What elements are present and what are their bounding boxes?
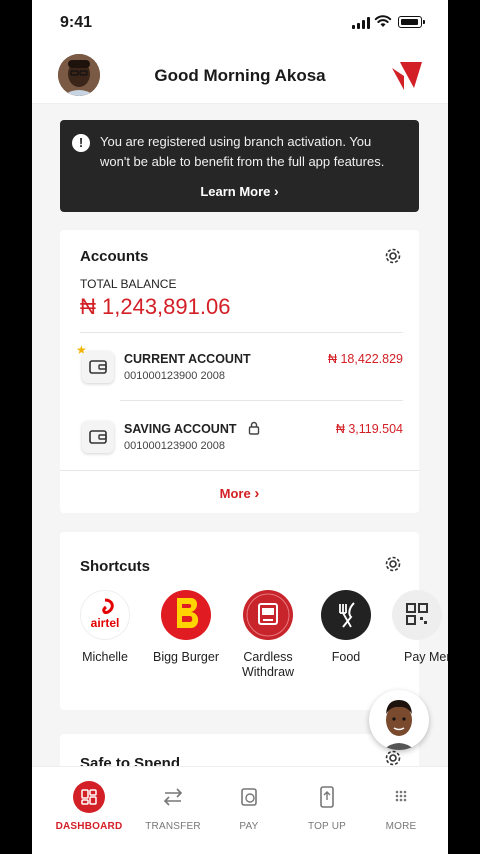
app-header: Good Morning Akosa: [32, 48, 448, 104]
bigg-burger-logo-icon: [161, 590, 211, 640]
total-balance-value: ₦ 1,243,891.06: [80, 294, 231, 319]
fork-knife-icon: [321, 590, 371, 640]
shortcut-food[interactable]: Food: [308, 590, 384, 665]
accounts-card: Accounts TOTAL BALANCE ₦ 1,243,891.06 ★ …: [60, 230, 419, 513]
divider: [80, 332, 403, 333]
bank-logo: [392, 62, 422, 90]
account-row-current[interactable]: ★ CURRENT ACCOUNT 001000123900 2008 ₦ 18…: [60, 337, 419, 399]
shortcut-pay-merchant[interactable]: Pay Merch: [384, 590, 448, 665]
account-name: SAVING ACCOUNT: [124, 422, 237, 436]
accounts-title: Accounts: [80, 248, 149, 265]
assistant-avatar-button[interactable]: [369, 690, 429, 750]
account-amount: ₦ 3,119.504: [335, 422, 403, 436]
account-amount: ₦ 18,422.829: [327, 352, 403, 366]
nav-transfer[interactable]: TRANSFER: [135, 781, 211, 832]
notice-message: You are registered using branch activati…: [100, 134, 385, 169]
greeting-title: Good Morning Akosa: [154, 66, 326, 85]
pay-icon: [233, 781, 265, 813]
chevron-right-icon: ›: [254, 485, 260, 502]
account-number: 001000123900 2008: [124, 440, 225, 452]
nav-top-up[interactable]: TOP UP: [289, 781, 365, 832]
wallet-icon: [82, 421, 114, 453]
nav-label: TRANSFER: [145, 821, 201, 832]
nav-pay[interactable]: PAY: [211, 781, 287, 832]
nav-label: TOP UP: [307, 821, 347, 832]
shortcut-label: Pay Merch: [404, 650, 448, 664]
transfer-icon: [157, 781, 189, 813]
divider: [60, 470, 419, 471]
shortcut-label: Cardless Withdraw: [241, 650, 295, 679]
shortcut-michelle[interactable]: airtel Michelle: [67, 590, 143, 665]
nav-dashboard[interactable]: DASHBOARD: [51, 781, 127, 832]
battery-icon: [398, 16, 425, 28]
accounts-more-link[interactable]: More ›: [60, 485, 419, 502]
nav-label: MORE: [385, 821, 417, 832]
airtel-logo-icon: airtel: [80, 590, 130, 640]
shortcuts-card: Shortcuts airtel Michelle Bigg Burger Ca…: [60, 532, 448, 710]
lock-icon: [248, 421, 260, 435]
divider: [120, 400, 403, 401]
accounts-settings-gear-icon[interactable]: [383, 246, 403, 266]
more-label: More: [219, 486, 251, 501]
airtel-logo-text: airtel: [91, 616, 120, 630]
dashboard-icon: [73, 781, 105, 813]
account-row-saving[interactable]: SAVING ACCOUNT 001000123900 2008 ₦ 3,119…: [60, 407, 419, 469]
wallet-icon: [82, 351, 114, 383]
top-up-icon: [311, 781, 343, 813]
nav-more[interactable]: MORE: [363, 781, 439, 832]
account-name: CURRENT ACCOUNT: [124, 352, 251, 366]
learn-more-label: Learn More: [200, 184, 271, 199]
shortcuts-title: Shortcuts: [80, 558, 151, 575]
safe-to-spend-gear-icon[interactable]: [383, 748, 403, 768]
shortcut-label: Michelle: [82, 650, 128, 664]
more-dots-icon: [385, 781, 417, 813]
info-icon: !: [72, 134, 90, 152]
branch-activation-notice: ! You are registered using branch activa…: [60, 120, 419, 212]
nav-label: DASHBOARD: [55, 821, 123, 832]
qr-icon: [392, 590, 442, 640]
total-balance-label: TOTAL BALANCE: [80, 277, 177, 291]
account-number: 001000123900 2008: [124, 370, 225, 382]
shortcut-label: Food: [331, 650, 361, 664]
status-time: 9:41: [60, 14, 93, 31]
signal-icon: [352, 17, 370, 29]
atm-icon: [243, 590, 293, 640]
nav-label: PAY: [239, 821, 259, 832]
status-bar: 9:41: [32, 0, 448, 48]
shortcut-cardless-withdraw[interactable]: Cardless Withdraw: [230, 590, 306, 680]
bottom-navigation: DASHBOARD TRANSFER PAY TOP UP MORE: [32, 766, 448, 854]
learn-more-link[interactable]: Learn More ›: [60, 183, 419, 199]
shortcut-bigg-burger[interactable]: Bigg Burger: [148, 590, 224, 665]
app-screen: 9:41 Good Morning Akosa ! You are regist…: [32, 0, 448, 854]
chevron-right-icon: ›: [274, 183, 279, 199]
shortcut-label: Bigg Burger: [152, 650, 219, 664]
wifi-icon: [374, 15, 392, 27]
shortcuts-settings-gear-icon[interactable]: [383, 554, 403, 574]
